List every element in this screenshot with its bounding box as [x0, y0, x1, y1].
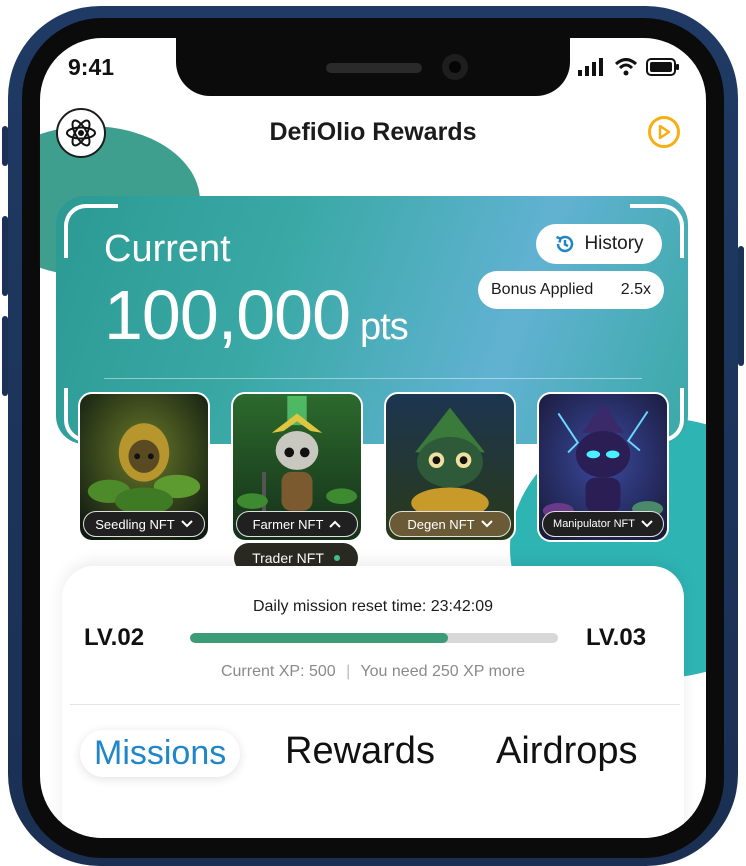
points-number: 100,000	[104, 276, 351, 354]
phone-mute-switch	[2, 126, 8, 166]
chevron-down-icon	[480, 520, 493, 528]
phone-power-button	[738, 246, 744, 366]
tab-rewards[interactable]: Rewards	[285, 730, 435, 773]
status-time: 9:41	[68, 54, 115, 80]
signal-icon	[578, 58, 603, 76]
xp-needed: You need 250 XP more	[360, 663, 526, 680]
speaker	[326, 63, 422, 73]
bonus-badge: Bonus Applied 2.5x	[478, 271, 664, 309]
bonus-label: Bonus Applied	[491, 281, 594, 298]
battery-icon	[646, 58, 679, 76]
points-unit: pts	[360, 306, 409, 348]
history-button[interactable]: History	[536, 224, 662, 264]
notch	[176, 38, 570, 96]
nft-selector-seedling[interactable]: Seedling NFT	[83, 511, 205, 537]
status-dot	[333, 555, 340, 561]
xp-progress-bar	[190, 633, 558, 643]
chevron-down-icon	[181, 520, 193, 528]
history-label: History	[584, 233, 644, 254]
app-screen: 9:41 DefiOlio Rewards Current 100,000 pt…	[40, 38, 706, 838]
play-circle-icon	[658, 125, 671, 139]
play-button[interactable]	[648, 116, 680, 148]
current-level: LV.02	[84, 624, 145, 651]
chevron-up-icon	[329, 520, 342, 528]
wifi-icon	[614, 58, 638, 76]
nft-card-degen[interactable]: Degen NFT	[384, 392, 516, 542]
next-level: LV.03	[586, 624, 647, 651]
separator: |	[346, 663, 351, 680]
nft-name: Seedling NFT	[95, 516, 175, 532]
nft-name: Farmer NFT	[252, 516, 324, 532]
nft-selector-farmer[interactable]: Farmer NFT	[236, 511, 358, 537]
bonus-value: 2.5x	[620, 281, 651, 298]
nft-name: Manipulator NFT	[553, 518, 635, 530]
status-icons	[578, 58, 680, 76]
nft-selector-degen[interactable]: Degen NFT	[389, 511, 511, 537]
front-camera	[442, 54, 468, 80]
nft-card-manipulator[interactable]: Manipulator NFT	[537, 392, 669, 542]
points-value: 100,000 pts	[104, 280, 409, 362]
nft-card-seedling[interactable]: Seedling NFT	[78, 392, 210, 542]
current-xp: Current XP: 500	[220, 663, 336, 680]
points-label: Current	[104, 228, 231, 270]
history-icon	[556, 235, 574, 253]
tab-missions[interactable]: Missions	[80, 730, 241, 777]
reset-time: Daily mission reset time: 23:42:09	[252, 598, 494, 615]
card-divider	[104, 378, 642, 379]
tab-airdrops[interactable]: Airdrops	[496, 730, 638, 773]
phone-volume-down	[2, 316, 8, 396]
nft-name: Degen NFT	[407, 516, 475, 532]
nft-selector-manipulator[interactable]: Manipulator NFT	[542, 511, 664, 537]
xp-progress-fill	[190, 633, 448, 643]
chevron-down-icon	[641, 520, 653, 528]
panel-divider	[70, 704, 680, 705]
xp-info: Current XP: 500 | You need 250 XP more	[40, 663, 706, 681]
trader-nft-label: Trader NFT	[252, 550, 324, 566]
phone-volume-up	[2, 216, 8, 296]
nft-card-farmer[interactable]: Farmer NFT	[231, 392, 363, 542]
page-title: DefiOlio Rewards	[269, 118, 477, 146]
